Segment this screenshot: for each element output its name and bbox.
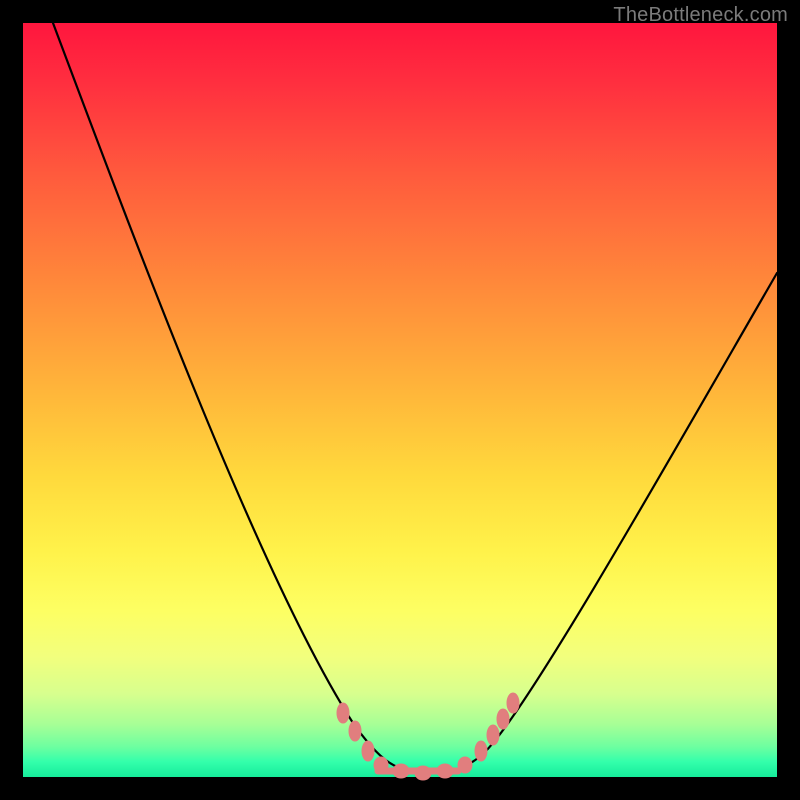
bottleneck-curve-svg — [23, 23, 777, 777]
marker-dot — [362, 741, 374, 761]
marker-dot — [487, 725, 499, 745]
marker-dot — [497, 709, 509, 729]
watermark-text: TheBottleneck.com — [613, 4, 788, 27]
marker-dot — [349, 721, 361, 741]
chart-plot-area — [23, 23, 777, 777]
marker-dot — [437, 764, 453, 778]
marker-dot — [337, 703, 349, 723]
marker-dot — [415, 766, 431, 780]
marker-dot — [393, 764, 409, 778]
marker-dot — [507, 693, 519, 713]
marker-dot — [475, 741, 487, 761]
marker-dot — [374, 757, 388, 773]
marker-dot — [458, 757, 472, 773]
bottleneck-curve — [53, 23, 777, 773]
chart-frame: TheBottleneck.com — [0, 0, 800, 800]
